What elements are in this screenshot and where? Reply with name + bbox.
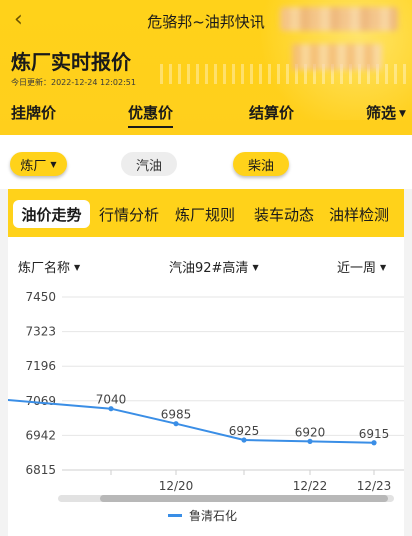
data-label: 6915 <box>359 427 390 441</box>
x-tick-label: 12/23 <box>357 479 392 493</box>
data-point <box>371 440 377 446</box>
y-tick-label: 6942 <box>25 428 56 442</box>
data-point <box>108 406 114 412</box>
subtab-oil-sample-test[interactable]: 油样检测 <box>324 200 394 228</box>
data-point <box>307 438 313 444</box>
caret-down-icon: ▼ <box>399 109 406 119</box>
subtab-market-analysis[interactable]: 行情分析 <box>94 200 164 228</box>
tab-listed-price[interactable]: 挂牌价 <box>11 102 56 123</box>
subtab-loading-status[interactable]: 装车动态 <box>246 200 322 228</box>
data-point <box>173 421 179 427</box>
y-tick-label: 7450 <box>25 290 56 304</box>
data-point <box>241 437 247 443</box>
y-tick-label: 7323 <box>25 325 56 339</box>
refinery-filter-button[interactable]: 炼厂 ▼ <box>10 152 67 176</box>
price-trend-chart: 7450 7323 7196 7069 6942 6815 12/20 12/22 12/23 7… <box>8 290 404 523</box>
gasoline-filter-button[interactable]: 汽油 <box>121 152 177 176</box>
tab-filter[interactable]: 筛选 ▼ <box>366 102 406 123</box>
subtab-refinery-rules[interactable]: 炼厂规则 <box>170 200 240 228</box>
y-tick-label: 6815 <box>25 463 56 477</box>
x-tick-label: 12/22 <box>293 479 328 493</box>
subtab-price-trend[interactable]: 油价走势 <box>13 200 90 228</box>
page-title: 炼厂实时报价 <box>11 50 131 74</box>
chart-scroll-thumb <box>100 495 388 502</box>
update-timestamp: 今日更新：2022-12-24 12:02:51 <box>11 78 136 87</box>
y-tick-label: 7069 <box>25 394 56 408</box>
tab-settlement-price[interactable]: 结算价 <box>249 102 294 123</box>
data-label: 6925 <box>229 424 260 438</box>
x-tick-label: 12/20 <box>159 479 194 493</box>
legend-swatch <box>168 514 182 517</box>
data-label: 6985 <box>161 408 192 422</box>
tab-filter-label: 筛选 <box>366 104 397 122</box>
diesel-filter-button[interactable]: 柴油 <box>233 152 289 176</box>
y-tick-label: 7196 <box>25 359 56 373</box>
chart-card: 炼厂名称 ▼ 汽油92#高清 ▼ 近一周 ▼ 7450 7323 7196 7069 6942… <box>8 237 404 536</box>
data-label: 6920 <box>295 425 326 439</box>
legend-label: 鲁清石化 <box>189 509 237 523</box>
header: ‹ 危骆邦~油邦快讯 炼厂实时报价 今日更新：2022-12-24 12:02:… <box>0 0 412 135</box>
blurred-region <box>280 7 398 31</box>
tab-discount-price[interactable]: 优惠价 <box>128 102 174 128</box>
content-tabs: 油价走势 行情分析 炼厂规则 装车动态 油样检测 <box>8 189 404 237</box>
filter-row: 炼厂 ▼ 汽油 柴油 <box>0 135 412 189</box>
price-tabs: 挂牌价 优惠价 结算价 筛选 ▼ <box>0 102 412 128</box>
refinery-filter-label: 炼厂 <box>20 158 47 174</box>
caret-down-icon: ▼ <box>50 159 57 169</box>
blurred-region <box>292 44 382 70</box>
data-label: 7040 <box>96 393 127 407</box>
